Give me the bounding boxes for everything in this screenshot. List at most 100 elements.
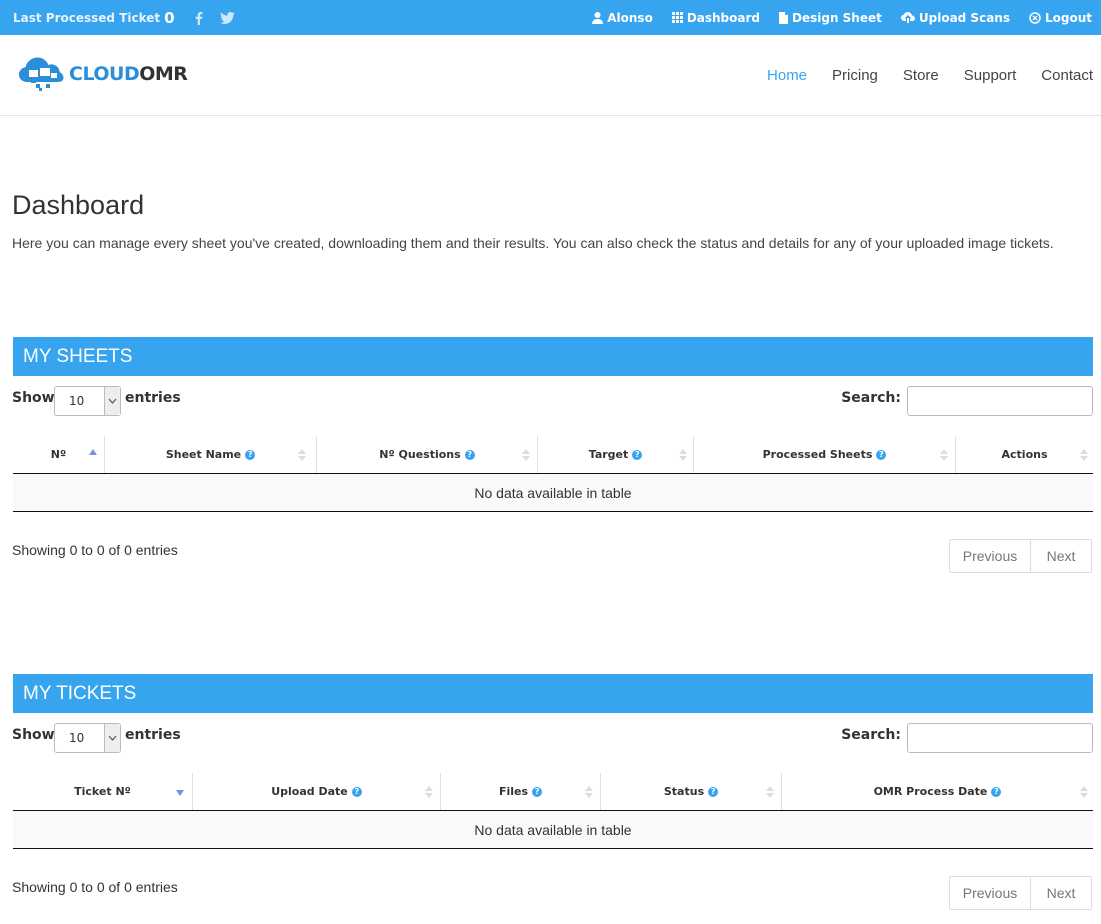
sheets-table-header: Nº Sheet Name? Nº Questions? Target? Pro… <box>13 436 1093 474</box>
twitter-icon[interactable] <box>219 11 235 24</box>
tickets-page-size-value: 10 <box>69 731 85 745</box>
top-bar: Last Processed Ticket 0 Alonso Dashboard… <box>0 0 1101 35</box>
document-icon <box>779 11 788 24</box>
close-circle-icon <box>1029 11 1041 24</box>
facebook-icon[interactable] <box>195 11 203 25</box>
nav-support[interactable]: Support <box>939 67 1017 84</box>
sort-both-icon <box>1080 786 1088 798</box>
tickets-empty-row: No data available in table <box>13 811 1093 849</box>
nav-contact[interactable]: Contact <box>1016 67 1101 84</box>
logout-link[interactable]: Logout <box>1029 11 1092 25</box>
sort-both-icon <box>425 786 433 798</box>
column-header-actions[interactable]: Actions <box>955 436 1093 473</box>
sheets-page-size-select[interactable]: 10 <box>54 386 121 416</box>
top-bar-left: Last Processed Ticket 0 <box>13 0 235 35</box>
tickets-section-header: MY TICKETS <box>13 674 1093 713</box>
column-header-label: Actions <box>1001 448 1048 461</box>
column-header-number[interactable]: Nº <box>13 436 104 473</box>
dashboard-link-label: Dashboard <box>686 10 760 25</box>
sheets-previous-button[interactable]: Previous <box>949 539 1031 573</box>
sort-both-icon <box>1080 449 1088 461</box>
help-icon: ? <box>708 786 719 797</box>
sort-both-icon <box>522 449 530 461</box>
column-header-target[interactable]: Target? <box>537 436 693 473</box>
sheets-entries-label: entries <box>125 390 181 406</box>
upload-scans-link-label: Upload Scans <box>918 10 1010 25</box>
site-header: CLOUDOMR Home Pricing Store Support Cont… <box>0 35 1101 116</box>
help-icon: ? <box>245 449 256 460</box>
help-icon: ? <box>532 786 543 797</box>
grid-icon <box>671 12 683 23</box>
sheets-next-button[interactable]: Next <box>1031 539 1092 573</box>
sheets-pagination: Previous Next <box>949 539 1092 573</box>
sheets-search-label: Search: <box>841 390 901 406</box>
upload-scans-link[interactable]: Upload Scans <box>900 10 1010 25</box>
sort-both-icon <box>766 786 774 798</box>
sheets-show-label: Show <box>12 390 55 406</box>
nav-store[interactable]: Store <box>878 67 939 84</box>
help-icon: ? <box>991 786 1002 797</box>
last-processed-label: Last Processed Ticket <box>13 10 161 25</box>
sheets-section-header: MY SHEETS <box>13 337 1093 376</box>
help-icon: ? <box>876 449 887 460</box>
sheets-controls: Show 10 entries Search: <box>12 386 1093 416</box>
design-sheet-link-label: Design Sheet <box>792 10 882 25</box>
logo[interactable]: CLOUDOMR <box>18 56 188 92</box>
tickets-page-size-select[interactable]: 10 <box>54 723 121 753</box>
brand-name: CLOUDOMR <box>69 63 188 85</box>
column-header-label: Target <box>588 448 629 461</box>
sort-both-icon <box>679 449 687 461</box>
column-header-label: OMR Process Date <box>873 785 988 798</box>
tickets-entries-label: entries <box>125 727 181 743</box>
cloud-upload-icon <box>900 12 915 23</box>
column-header-processed-sheets[interactable]: Processed Sheets? <box>693 436 955 473</box>
sort-both-icon <box>585 786 593 798</box>
page-intro: Here you can manage every sheet you've c… <box>12 235 1054 251</box>
chevron-down-icon <box>104 387 120 415</box>
nav-pricing[interactable]: Pricing <box>807 67 878 84</box>
help-icon: ? <box>464 449 475 460</box>
sort-both-icon <box>940 449 948 461</box>
column-header-ticket-number[interactable]: Ticket Nº <box>13 773 192 810</box>
column-header-label: Ticket Nº <box>74 785 131 798</box>
sheets-empty-row: No data available in table <box>13 474 1093 512</box>
help-icon: ? <box>351 786 362 797</box>
tickets-search-label: Search: <box>841 727 901 743</box>
user-icon <box>592 11 604 24</box>
sheets-table: Nº Sheet Name? Nº Questions? Target? Pro… <box>13 436 1093 512</box>
dashboard-link[interactable]: Dashboard <box>671 10 760 25</box>
tickets-pagination: Previous Next <box>949 876 1092 910</box>
column-header-label: Processed Sheets <box>762 448 873 461</box>
sheets-search-input[interactable] <box>907 386 1093 416</box>
tickets-previous-button[interactable]: Previous <box>949 876 1031 910</box>
nav-home[interactable]: Home <box>742 67 807 84</box>
user-link[interactable]: Alonso <box>592 11 653 25</box>
column-header-questions[interactable]: Nº Questions? <box>316 436 537 473</box>
chevron-down-icon <box>104 724 120 752</box>
column-header-label: Nº <box>50 448 67 461</box>
column-header-sheet-name[interactable]: Sheet Name? <box>104 436 316 473</box>
sheets-page-size-value: 10 <box>69 394 85 408</box>
tickets-table: Ticket Nº Upload Date? Files? Status? OM… <box>13 773 1093 849</box>
top-bar-right: Alonso Dashboard Design Sheet Upload Sca… <box>592 0 1092 35</box>
column-header-files[interactable]: Files? <box>440 773 600 810</box>
tickets-search-input[interactable] <box>907 723 1093 753</box>
design-sheet-link[interactable]: Design Sheet <box>779 11 882 25</box>
page-title: Dashboard <box>12 190 145 220</box>
user-link-label: Alonso <box>607 10 653 25</box>
logout-link-label: Logout <box>1044 10 1092 25</box>
sort-asc-icon <box>89 449 97 455</box>
column-header-label: Status <box>663 785 705 798</box>
tickets-table-header: Ticket Nº Upload Date? Files? Status? OM… <box>13 773 1093 811</box>
column-header-status[interactable]: Status? <box>600 773 781 810</box>
column-header-label: Sheet Name <box>165 448 242 461</box>
tickets-next-button[interactable]: Next <box>1031 876 1092 910</box>
help-icon: ? <box>632 449 643 460</box>
sort-desc-icon <box>176 790 184 796</box>
column-header-upload-date[interactable]: Upload Date? <box>192 773 440 810</box>
tickets-show-label: Show <box>12 727 55 743</box>
column-header-omr-process-date[interactable]: OMR Process Date? <box>781 773 1093 810</box>
column-header-label: Files <box>498 785 529 798</box>
last-processed-count: 0 <box>164 8 175 27</box>
tickets-controls: Show 10 entries Search: <box>12 723 1093 753</box>
